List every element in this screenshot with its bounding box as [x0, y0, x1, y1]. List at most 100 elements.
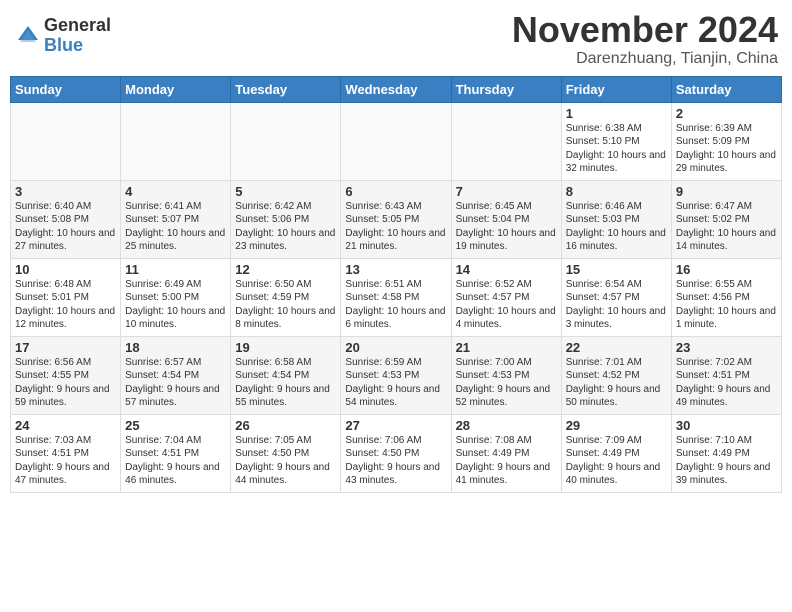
day-info: Sunrise: 6:58 AM Sunset: 4:54 PM Dayligh… — [235, 356, 336, 410]
location-title: Darenzhuang, Tianjin, China — [512, 50, 778, 68]
calendar-cell: 17Sunrise: 6:56 AM Sunset: 4:55 PM Dayli… — [11, 336, 121, 414]
day-info: Sunrise: 6:54 AM Sunset: 4:57 PM Dayligh… — [566, 278, 667, 332]
calendar-cell: 16Sunrise: 6:55 AM Sunset: 4:56 PM Dayli… — [671, 258, 781, 336]
calendar-cell: 9Sunrise: 6:47 AM Sunset: 5:02 PM Daylig… — [671, 180, 781, 258]
day-number: 12 — [235, 262, 336, 277]
day-info: Sunrise: 7:06 AM Sunset: 4:50 PM Dayligh… — [345, 434, 446, 488]
day-info: Sunrise: 6:49 AM Sunset: 5:00 PM Dayligh… — [125, 278, 226, 332]
calendar-cell: 30Sunrise: 7:10 AM Sunset: 4:49 PM Dayli… — [671, 414, 781, 492]
day-info: Sunrise: 7:00 AM Sunset: 4:53 PM Dayligh… — [456, 356, 557, 410]
calendar-cell — [121, 102, 231, 180]
title-area: November 2024 Darenzhuang, Tianjin, Chin… — [512, 10, 778, 68]
logo-blue-text: Blue — [44, 36, 111, 56]
day-number: 11 — [125, 262, 226, 277]
weekday-header-saturday: Saturday — [671, 76, 781, 102]
day-number: 30 — [676, 418, 777, 433]
logo-icon — [14, 22, 42, 50]
weekday-header-row: SundayMondayTuesdayWednesdayThursdayFrid… — [11, 76, 782, 102]
calendar-week-row: 10Sunrise: 6:48 AM Sunset: 5:01 PM Dayli… — [11, 258, 782, 336]
logo: General Blue — [14, 16, 111, 56]
calendar-cell: 1Sunrise: 6:38 AM Sunset: 5:10 PM Daylig… — [561, 102, 671, 180]
day-number: 18 — [125, 340, 226, 355]
calendar-cell: 7Sunrise: 6:45 AM Sunset: 5:04 PM Daylig… — [451, 180, 561, 258]
calendar-cell: 12Sunrise: 6:50 AM Sunset: 4:59 PM Dayli… — [231, 258, 341, 336]
weekday-header-friday: Friday — [561, 76, 671, 102]
calendar-cell: 26Sunrise: 7:05 AM Sunset: 4:50 PM Dayli… — [231, 414, 341, 492]
logo-general-text: General — [44, 16, 111, 36]
day-info: Sunrise: 6:39 AM Sunset: 5:09 PM Dayligh… — [676, 122, 777, 176]
day-number: 26 — [235, 418, 336, 433]
day-info: Sunrise: 7:01 AM Sunset: 4:52 PM Dayligh… — [566, 356, 667, 410]
day-info: Sunrise: 6:46 AM Sunset: 5:03 PM Dayligh… — [566, 200, 667, 254]
calendar-cell: 20Sunrise: 6:59 AM Sunset: 4:53 PM Dayli… — [341, 336, 451, 414]
calendar-cell: 10Sunrise: 6:48 AM Sunset: 5:01 PM Dayli… — [11, 258, 121, 336]
day-number: 1 — [566, 106, 667, 121]
calendar-cell: 19Sunrise: 6:58 AM Sunset: 4:54 PM Dayli… — [231, 336, 341, 414]
calendar-week-row: 1Sunrise: 6:38 AM Sunset: 5:10 PM Daylig… — [11, 102, 782, 180]
day-info: Sunrise: 7:04 AM Sunset: 4:51 PM Dayligh… — [125, 434, 226, 488]
day-number: 27 — [345, 418, 446, 433]
calendar-cell: 6Sunrise: 6:43 AM Sunset: 5:05 PM Daylig… — [341, 180, 451, 258]
calendar-cell: 18Sunrise: 6:57 AM Sunset: 4:54 PM Dayli… — [121, 336, 231, 414]
day-number: 25 — [125, 418, 226, 433]
day-number: 3 — [15, 184, 116, 199]
day-info: Sunrise: 6:40 AM Sunset: 5:08 PM Dayligh… — [15, 200, 116, 254]
calendar-cell — [11, 102, 121, 180]
page-header: General Blue November 2024 Darenzhuang, … — [10, 10, 782, 68]
day-number: 4 — [125, 184, 226, 199]
calendar-cell: 5Sunrise: 6:42 AM Sunset: 5:06 PM Daylig… — [231, 180, 341, 258]
calendar-cell: 24Sunrise: 7:03 AM Sunset: 4:51 PM Dayli… — [11, 414, 121, 492]
day-info: Sunrise: 7:05 AM Sunset: 4:50 PM Dayligh… — [235, 434, 336, 488]
day-number: 29 — [566, 418, 667, 433]
day-number: 13 — [345, 262, 446, 277]
calendar-table: SundayMondayTuesdayWednesdayThursdayFrid… — [10, 76, 782, 493]
day-info: Sunrise: 7:08 AM Sunset: 4:49 PM Dayligh… — [456, 434, 557, 488]
calendar-cell: 27Sunrise: 7:06 AM Sunset: 4:50 PM Dayli… — [341, 414, 451, 492]
calendar-cell: 13Sunrise: 6:51 AM Sunset: 4:58 PM Dayli… — [341, 258, 451, 336]
day-info: Sunrise: 6:52 AM Sunset: 4:57 PM Dayligh… — [456, 278, 557, 332]
day-info: Sunrise: 6:42 AM Sunset: 5:06 PM Dayligh… — [235, 200, 336, 254]
weekday-header-monday: Monday — [121, 76, 231, 102]
calendar-week-row: 17Sunrise: 6:56 AM Sunset: 4:55 PM Dayli… — [11, 336, 782, 414]
day-info: Sunrise: 6:55 AM Sunset: 4:56 PM Dayligh… — [676, 278, 777, 332]
day-info: Sunrise: 6:41 AM Sunset: 5:07 PM Dayligh… — [125, 200, 226, 254]
calendar-cell: 21Sunrise: 7:00 AM Sunset: 4:53 PM Dayli… — [451, 336, 561, 414]
day-info: Sunrise: 6:47 AM Sunset: 5:02 PM Dayligh… — [676, 200, 777, 254]
month-title: November 2024 — [512, 10, 778, 50]
calendar-cell — [451, 102, 561, 180]
calendar-cell: 11Sunrise: 6:49 AM Sunset: 5:00 PM Dayli… — [121, 258, 231, 336]
weekday-header-tuesday: Tuesday — [231, 76, 341, 102]
day-info: Sunrise: 7:10 AM Sunset: 4:49 PM Dayligh… — [676, 434, 777, 488]
day-number: 17 — [15, 340, 116, 355]
day-number: 23 — [676, 340, 777, 355]
weekday-header-sunday: Sunday — [11, 76, 121, 102]
day-number: 24 — [15, 418, 116, 433]
calendar-cell: 3Sunrise: 6:40 AM Sunset: 5:08 PM Daylig… — [11, 180, 121, 258]
calendar-week-row: 3Sunrise: 6:40 AM Sunset: 5:08 PM Daylig… — [11, 180, 782, 258]
day-number: 8 — [566, 184, 667, 199]
weekday-header-thursday: Thursday — [451, 76, 561, 102]
day-info: Sunrise: 6:43 AM Sunset: 5:05 PM Dayligh… — [345, 200, 446, 254]
calendar-cell: 23Sunrise: 7:02 AM Sunset: 4:51 PM Dayli… — [671, 336, 781, 414]
day-info: Sunrise: 6:56 AM Sunset: 4:55 PM Dayligh… — [15, 356, 116, 410]
day-number: 5 — [235, 184, 336, 199]
day-info: Sunrise: 6:59 AM Sunset: 4:53 PM Dayligh… — [345, 356, 446, 410]
calendar-cell: 14Sunrise: 6:52 AM Sunset: 4:57 PM Dayli… — [451, 258, 561, 336]
day-number: 9 — [676, 184, 777, 199]
calendar-cell: 25Sunrise: 7:04 AM Sunset: 4:51 PM Dayli… — [121, 414, 231, 492]
day-number: 28 — [456, 418, 557, 433]
calendar-cell — [341, 102, 451, 180]
day-number: 15 — [566, 262, 667, 277]
day-number: 10 — [15, 262, 116, 277]
day-number: 7 — [456, 184, 557, 199]
day-info: Sunrise: 6:50 AM Sunset: 4:59 PM Dayligh… — [235, 278, 336, 332]
calendar-cell — [231, 102, 341, 180]
calendar-cell: 29Sunrise: 7:09 AM Sunset: 4:49 PM Dayli… — [561, 414, 671, 492]
calendar-week-row: 24Sunrise: 7:03 AM Sunset: 4:51 PM Dayli… — [11, 414, 782, 492]
day-info: Sunrise: 7:02 AM Sunset: 4:51 PM Dayligh… — [676, 356, 777, 410]
day-info: Sunrise: 6:51 AM Sunset: 4:58 PM Dayligh… — [345, 278, 446, 332]
day-info: Sunrise: 6:45 AM Sunset: 5:04 PM Dayligh… — [456, 200, 557, 254]
day-info: Sunrise: 6:48 AM Sunset: 5:01 PM Dayligh… — [15, 278, 116, 332]
day-number: 20 — [345, 340, 446, 355]
day-info: Sunrise: 7:03 AM Sunset: 4:51 PM Dayligh… — [15, 434, 116, 488]
